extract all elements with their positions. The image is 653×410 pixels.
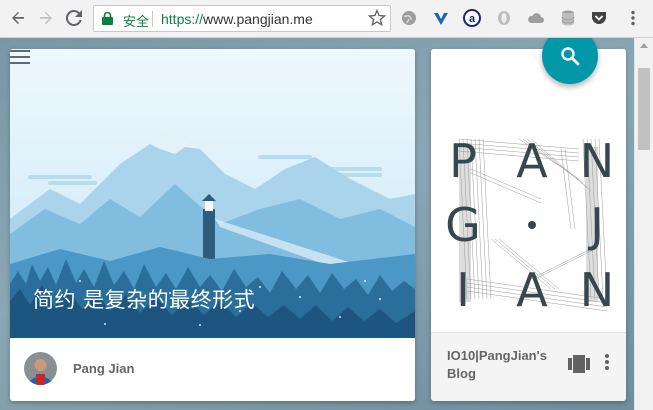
secure-label: 安全 <box>123 15 150 30</box>
arrow-right-icon <box>40 12 52 24</box>
globe-icon[interactable] <box>399 8 419 28</box>
author-name[interactable]: Pang Jian <box>73 361 134 376</box>
book-icon[interactable] <box>568 355 590 373</box>
scrollbar-thumb[interactable] <box>638 68 650 150</box>
author-bar: Pang Jian <box>10 338 415 401</box>
url-scheme: https:// <box>161 11 204 27</box>
blog-card[interactable]: P A N G J I A N IO10|PangJian's Blog <box>431 49 626 401</box>
hero-card[interactable]: 简约 是复杂的最终形式 Pang Jian <box>10 49 415 401</box>
logo-letter-g: G <box>445 198 481 252</box>
adblock-icon[interactable]: a <box>462 8 482 28</box>
v-shield-icon[interactable] <box>431 8 451 28</box>
lock-icon <box>102 12 113 25</box>
svg-text:a: a <box>469 13 476 25</box>
logo-letter-a: A <box>516 134 548 188</box>
avatar[interactable] <box>24 352 57 385</box>
hero-title: 简约 是复杂的最终形式 <box>33 288 256 312</box>
blog-title[interactable]: IO10|PangJian's Blog <box>447 347 557 383</box>
logo-letter-j: J <box>587 198 604 252</box>
blog-logo: P A N G J I A N <box>431 49 626 332</box>
more-vert-icon[interactable] <box>605 353 609 371</box>
avatar-image <box>24 352 57 385</box>
bookmark-star-icon[interactable] <box>368 9 386 27</box>
reload-icon <box>66 10 82 26</box>
cloud-icon[interactable] <box>526 8 546 28</box>
forward-button[interactable] <box>33 5 59 31</box>
logo-letter-a2: A <box>516 263 548 317</box>
browser-toolbar: 安全 https://www.pangjian.me a <box>0 0 653 38</box>
logo-letter-p: P <box>449 134 477 188</box>
chrome-menu-button[interactable] <box>623 8 643 28</box>
pocket-icon[interactable] <box>589 8 609 28</box>
arrow-left-icon <box>12 12 24 24</box>
search-icon <box>561 47 580 66</box>
logo-letter-n2: N <box>580 263 614 317</box>
address-bar[interactable]: 安全 https://www.pangjian.me <box>93 5 391 32</box>
omnibox-divider <box>152 11 153 27</box>
logo-letter-n: N <box>580 134 614 188</box>
database-icon[interactable] <box>558 8 578 28</box>
pangjian-logo-graphic: P A N G J I A N <box>445 134 614 317</box>
logo-letter-i: I <box>456 263 470 317</box>
kebab-menu-icon <box>631 10 635 26</box>
url-text[interactable]: https://www.pangjian.me <box>161 11 313 27</box>
hero-image: 简约 是复杂的最终形式 <box>10 49 415 338</box>
blog-card-footer: IO10|PangJian's Blog <box>431 332 626 401</box>
opera-icon[interactable] <box>494 8 514 28</box>
page-scrollbar[interactable] <box>634 38 653 410</box>
back-button[interactable] <box>5 5 31 31</box>
reload-button[interactable] <box>61 5 87 31</box>
page-content: 简约 是复杂的最终形式 Pang Jian P A N G J I A N IO… <box>0 38 653 410</box>
scroll-up-arrow-icon[interactable] <box>640 43 648 48</box>
url-host: www.pangjian.me <box>203 11 313 27</box>
hamburger-menu-icon[interactable] <box>10 49 32 65</box>
